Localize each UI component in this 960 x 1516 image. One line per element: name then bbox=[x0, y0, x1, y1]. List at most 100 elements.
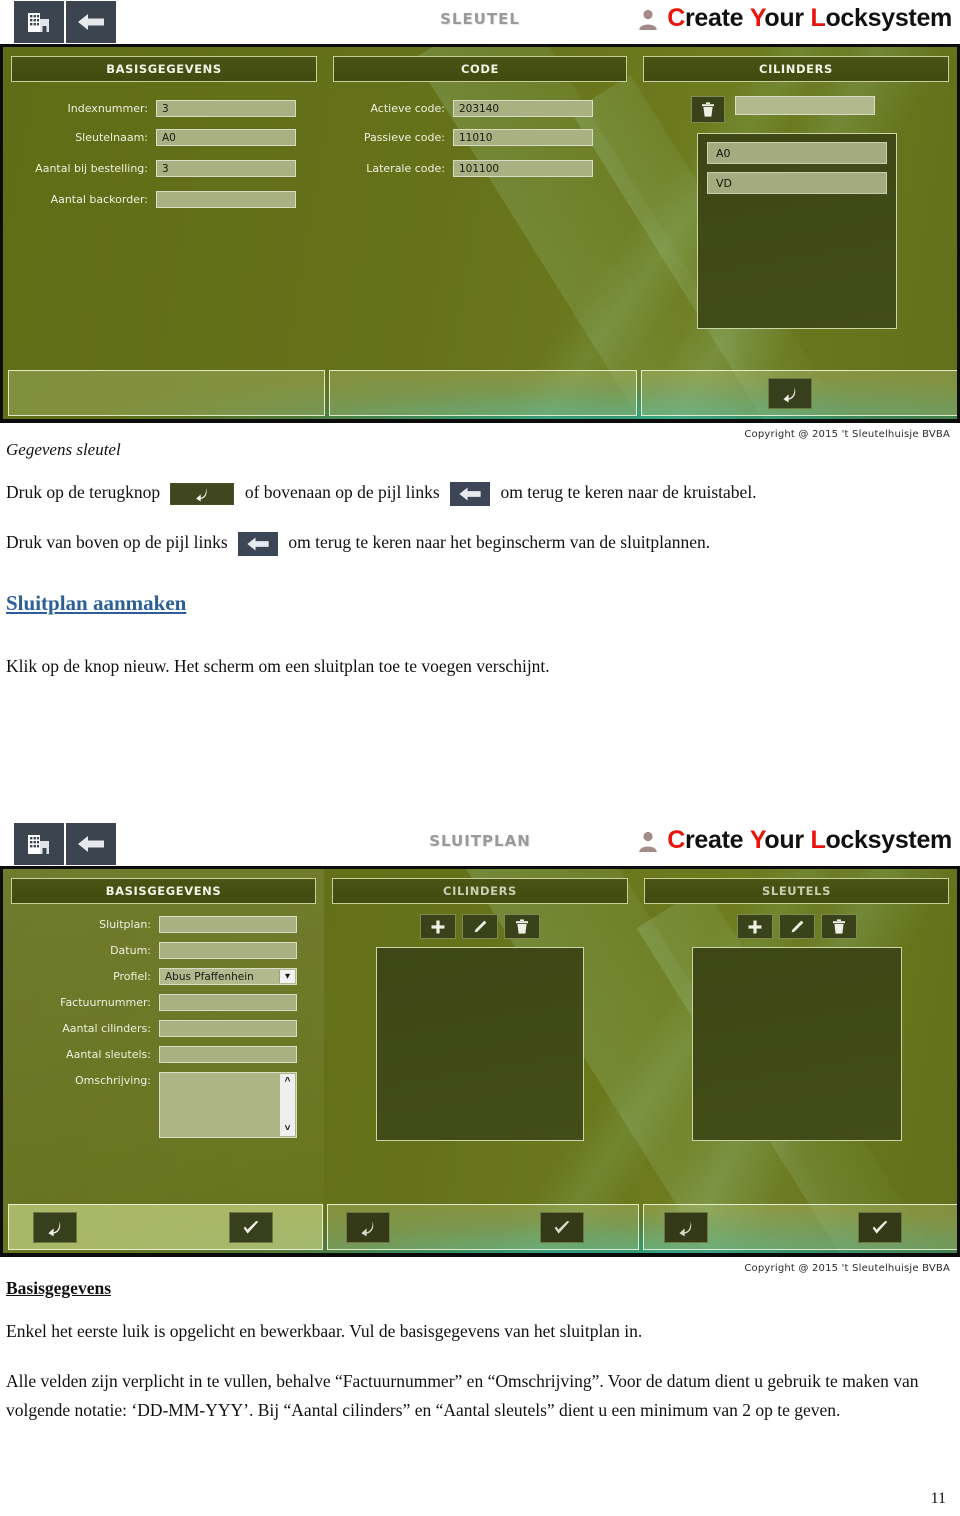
label-factuurnummer: Factuurnummer: bbox=[60, 996, 151, 1009]
cilinders-listbox-2[interactable] bbox=[376, 947, 584, 1141]
sluitplan-form: Sluitplan: Datum: Profiel: Abus Pfaffenh… bbox=[3, 904, 324, 1138]
add-sleutel-button[interactable] bbox=[736, 914, 773, 939]
action-bay-cilinders bbox=[641, 370, 957, 416]
input-aantal-bij-bestelling[interactable]: 3 bbox=[156, 160, 296, 177]
tab-cilinders[interactable]: CILINDERS bbox=[643, 56, 949, 82]
label-indexnummer: Indexnummer: bbox=[67, 102, 148, 115]
scroll-up-icon[interactable]: ^ bbox=[285, 1076, 291, 1087]
input-actieve-code[interactable]: 203140 bbox=[453, 100, 593, 117]
edit-cilinder-button[interactable] bbox=[462, 914, 498, 939]
label-passieve-code: Passieve code: bbox=[363, 131, 445, 144]
field-sluitplan: Sluitplan: bbox=[11, 916, 316, 933]
confirm-button-basisgegevens[interactable] bbox=[229, 1212, 273, 1243]
inline-back-arrow-icon-2 bbox=[238, 532, 279, 557]
para2-b: om terug te keren naar het beginscherm v… bbox=[288, 532, 711, 553]
label-aantal-backorder: Aantal backorder: bbox=[50, 193, 148, 206]
input-aantal-backorder[interactable] bbox=[156, 191, 296, 208]
field-aantal-cilinders: Aantal cilinders: bbox=[11, 1020, 316, 1037]
tab-cilinders-2[interactable]: CILINDERS bbox=[332, 878, 628, 904]
screenshot-sluitplan: SLUITPLAN Create Your Locksystem BASISGE… bbox=[0, 822, 960, 1274]
input-aantal-cilinders[interactable] bbox=[159, 1020, 297, 1037]
return-arrow-icon bbox=[361, 1220, 374, 1236]
edit-sleutel-button[interactable] bbox=[778, 914, 815, 939]
sluitplan-body: BASISGEGEVENS Sluitplan: Datum: Profiel: bbox=[0, 866, 960, 1253]
brand-our-2: our bbox=[764, 826, 804, 854]
pencil-icon bbox=[791, 920, 803, 932]
sleutels-listbox[interactable] bbox=[691, 947, 902, 1141]
doc-block-2: Basisgegevens Enkel het eerste luik is o… bbox=[0, 1278, 960, 1424]
para1-c: om terug te keren naar de kruistabel. bbox=[500, 482, 757, 502]
chevron-down-icon[interactable]: ▾ bbox=[279, 970, 295, 983]
cilinder-dropdown[interactable] bbox=[735, 96, 875, 115]
brand-our: our bbox=[764, 4, 804, 32]
document-page: SLEUTEL Create Your Locksystem BASISGEGE… bbox=[0, 0, 960, 1516]
arrow-left-icon bbox=[459, 487, 481, 501]
basisgegevens-form: Indexnummer: 3 Sleutelnaam: A0 Aantal bi… bbox=[3, 82, 325, 208]
select-profiel-value: Abus Pfaffenhein bbox=[165, 970, 254, 983]
input-datum[interactable] bbox=[159, 942, 297, 959]
confirm-button-sleutels[interactable] bbox=[858, 1212, 902, 1243]
sleutel-action-strip bbox=[6, 370, 957, 416]
action-bay-basisgegevens bbox=[8, 370, 325, 416]
arrow-left-icon bbox=[247, 537, 269, 551]
inline-return-button-icon bbox=[170, 482, 235, 505]
brand-logo: Create Your Locksystem bbox=[637, 4, 952, 33]
input-passieve-code[interactable]: 11010 bbox=[453, 129, 593, 146]
brand-text: Create Your Locksystem bbox=[667, 4, 952, 33]
delete-cilinder-button[interactable] bbox=[691, 96, 725, 123]
brand-l: L bbox=[810, 4, 826, 32]
field-omschrijving: Omschrijving: ^ ˅ bbox=[11, 1072, 316, 1138]
delete-sleutel-button[interactable] bbox=[820, 914, 857, 939]
brand-text-2: Create Your Locksystem bbox=[667, 826, 952, 855]
field-laterale-code: Laterale code: 101100 bbox=[333, 160, 627, 177]
sleutel-topbar: SLEUTEL Create Your Locksystem bbox=[0, 0, 960, 44]
heading-sluitplan-wrap: Sluitplan aanmaken bbox=[0, 557, 960, 616]
code-form: Actieve code: 203140 Passieve code: 1101… bbox=[325, 82, 635, 177]
tab-sleutels[interactable]: SLEUTELS bbox=[644, 878, 949, 904]
label-omschrijving: Omschrijving: bbox=[75, 1074, 151, 1087]
brand-y-2: Y bbox=[749, 826, 765, 854]
paragraph-velden-verplicht: Alle velden zijn verplicht in te vullen,… bbox=[6, 1371, 919, 1420]
tab-code[interactable]: CODE bbox=[333, 56, 627, 82]
textarea-omschrijving[interactable]: ^ ˅ bbox=[159, 1072, 297, 1138]
list-item[interactable]: A0 bbox=[707, 142, 887, 164]
input-sleutelnaam[interactable]: A0 bbox=[156, 129, 296, 146]
back-button-basisgegevens[interactable] bbox=[33, 1212, 77, 1243]
back-button-sleutels[interactable] bbox=[664, 1212, 708, 1243]
check-icon bbox=[872, 1220, 888, 1234]
label-profiel: Profiel: bbox=[113, 970, 151, 983]
brand-ocksystem: ocksystem bbox=[825, 4, 952, 32]
tab-basisgegevens-2[interactable]: BASISGEGEVENS bbox=[11, 878, 316, 904]
confirm-button-cilinders[interactable] bbox=[540, 1212, 584, 1243]
list-item[interactable]: VD bbox=[707, 172, 887, 194]
field-actieve-code: Actieve code: 203140 bbox=[333, 100, 627, 117]
action-bay-code bbox=[329, 370, 637, 416]
add-cilinder-button[interactable] bbox=[420, 914, 456, 939]
check-icon bbox=[243, 1220, 259, 1234]
heading-gegevens-sleutel: Gegevens sleutel bbox=[6, 440, 121, 459]
input-laterale-code[interactable]: 101100 bbox=[453, 160, 593, 177]
heading-sluitplan-aanmaken[interactable]: Sluitplan aanmaken bbox=[6, 591, 186, 616]
back-button-cilinders[interactable] bbox=[346, 1212, 390, 1243]
sluitplan-copyright: Copyright @ 2015 't Sleutelhuisje BVBA bbox=[744, 1263, 950, 1274]
scrollbar-omschrijving[interactable]: ^ ˅ bbox=[280, 1074, 295, 1136]
select-profiel[interactable]: Abus Pfaffenhein ▾ bbox=[159, 968, 297, 985]
field-profiel: Profiel: Abus Pfaffenhein ▾ bbox=[11, 968, 316, 985]
paragraph-terugknop: Druk op de terugknop of bovenaan op de p… bbox=[0, 460, 960, 506]
input-indexnummer[interactable]: 3 bbox=[156, 100, 296, 117]
brand-c-2: C bbox=[667, 826, 685, 854]
label-sluitplan: Sluitplan: bbox=[99, 918, 151, 931]
cilinders-list[interactable]: A0 VD bbox=[697, 133, 897, 329]
sleutel-copyright: Copyright @ 2015 't Sleutelhuisje BVBA bbox=[744, 429, 950, 440]
back-button[interactable] bbox=[768, 378, 812, 409]
scroll-down-icon[interactable]: ˅ bbox=[285, 1123, 291, 1134]
input-sluitplan[interactable] bbox=[159, 916, 297, 933]
input-factuurnummer[interactable] bbox=[159, 994, 297, 1011]
delete-cilinder-button-2[interactable] bbox=[504, 914, 540, 939]
action-bay-cilinders-2 bbox=[327, 1204, 639, 1250]
tab-basisgegevens[interactable]: BASISGEGEVENS bbox=[11, 56, 317, 82]
input-aantal-sleutels[interactable] bbox=[159, 1046, 297, 1063]
label-actieve-code: Actieve code: bbox=[370, 102, 445, 115]
label-sleutelnaam: Sleutelnaam: bbox=[75, 131, 148, 144]
plus-icon bbox=[431, 920, 445, 933]
